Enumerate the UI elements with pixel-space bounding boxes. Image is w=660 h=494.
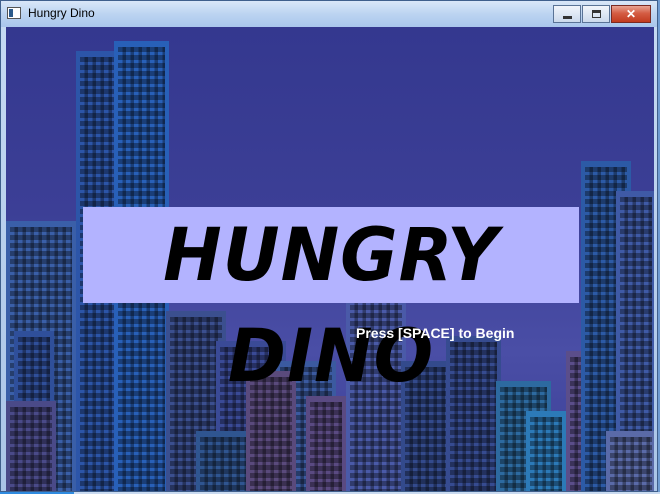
app-icon: [7, 7, 21, 19]
minimize-button[interactable]: [553, 5, 581, 23]
window-controls: ✕: [553, 5, 651, 23]
skyline-building: [6, 401, 56, 491]
maximize-icon: [592, 10, 601, 18]
minimize-icon: [563, 16, 572, 19]
skyline-building: [446, 336, 501, 491]
skyline-building: [306, 396, 346, 491]
title-banner: HUNGRY DINO: [83, 207, 579, 399]
building-windows: [530, 417, 562, 491]
skyline-building: [526, 411, 566, 491]
skyline-building: [606, 431, 654, 491]
close-button[interactable]: ✕: [611, 5, 651, 23]
building-windows: [310, 402, 342, 491]
title-bar[interactable]: Hungry Dino ✕: [1, 1, 657, 27]
start-prompt: Press [SPACE] to Begin: [356, 325, 515, 341]
building-windows: [610, 437, 652, 491]
window-title: Hungry Dino: [28, 6, 95, 20]
maximize-button[interactable]: [582, 5, 610, 23]
close-icon: ✕: [625, 7, 637, 21]
game-logo: HUNGRY DINO: [163, 211, 499, 399]
app-window: Hungry Dino ✕ HUNGRY DINO Press [SPACE] …: [0, 0, 658, 492]
game-canvas[interactable]: HUNGRY DINO Press [SPACE] to Begin: [6, 27, 654, 491]
building-windows: [10, 407, 52, 491]
building-windows: [450, 342, 497, 491]
